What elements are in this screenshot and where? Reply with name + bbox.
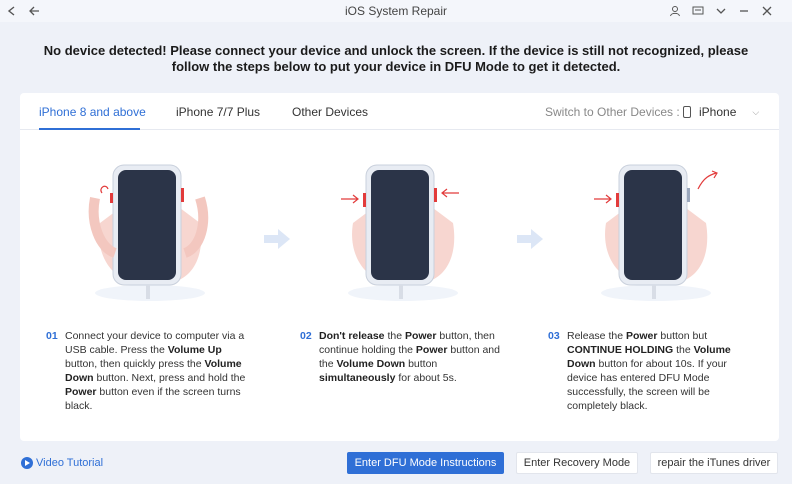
step-1-text: 01 Connect your device to computer via a…	[46, 329, 251, 413]
step-2-illustration	[341, 164, 459, 301]
device-tabs: iPhone 8 and above iPhone 7/7 Plus Other…	[20, 93, 779, 130]
tab-iphone-8-and-above[interactable]: iPhone 8 and above	[39, 105, 146, 119]
step-description: Don't release the Power button, then con…	[319, 330, 500, 384]
step-number: 02	[300, 330, 312, 342]
video-tutorial-label: Video Tutorial	[36, 457, 104, 469]
active-tab-indicator	[39, 128, 140, 130]
step-number: 03	[548, 330, 560, 342]
dropdown-icon[interactable]	[713, 3, 729, 19]
switch-devices-label: Switch to Other Devices :	[545, 105, 680, 119]
step-3-text: 03 Release the Power button but CONTINUE…	[548, 329, 753, 413]
step-2-text: 02 Don't release the Power button, then …	[300, 329, 505, 385]
step-description: Release the Power button but CONTINUE HO…	[567, 330, 731, 412]
user-icon[interactable]	[667, 3, 683, 19]
enter-recovery-mode-button[interactable]: Enter Recovery Mode	[516, 452, 638, 474]
step-1-illustration	[88, 164, 209, 301]
device-select[interactable]: iPhone ⌵	[680, 101, 766, 123]
arrow-right-icon	[264, 229, 290, 249]
chevron-down-icon: ⌵	[752, 106, 760, 117]
step-3-illustration	[594, 164, 718, 301]
play-icon	[21, 457, 33, 469]
message-line-1: No device detected! Please connect your …	[43, 43, 749, 58]
tab-iphone-7[interactable]: iPhone 7/7 Plus	[176, 105, 260, 119]
tab-other-devices[interactable]: Other Devices	[292, 105, 368, 119]
minimize-icon[interactable]	[736, 3, 752, 19]
instructions-card: iPhone 8 and above iPhone 7/7 Plus Other…	[20, 93, 779, 441]
device-select-value: iPhone	[699, 105, 737, 119]
title-bar: iOS System Repair	[0, 0, 792, 22]
step-number: 01	[46, 330, 58, 342]
feedback-icon[interactable]	[690, 3, 706, 19]
repair-itunes-driver-button[interactable]: repair the iTunes driver	[650, 452, 778, 474]
close-icon[interactable]	[759, 3, 775, 19]
phone-icon	[683, 106, 691, 118]
step-description: Connect your device to computer via a US…	[65, 330, 246, 412]
message-line-2: follow the steps below to put your devic…	[171, 59, 621, 74]
no-device-message: No device detected! Please connect your …	[40, 43, 752, 75]
video-tutorial-link[interactable]: Video Tutorial	[21, 457, 103, 469]
enter-dfu-mode-button[interactable]: Enter DFU Mode Instructions	[347, 452, 504, 474]
arrow-right-icon	[517, 229, 543, 249]
